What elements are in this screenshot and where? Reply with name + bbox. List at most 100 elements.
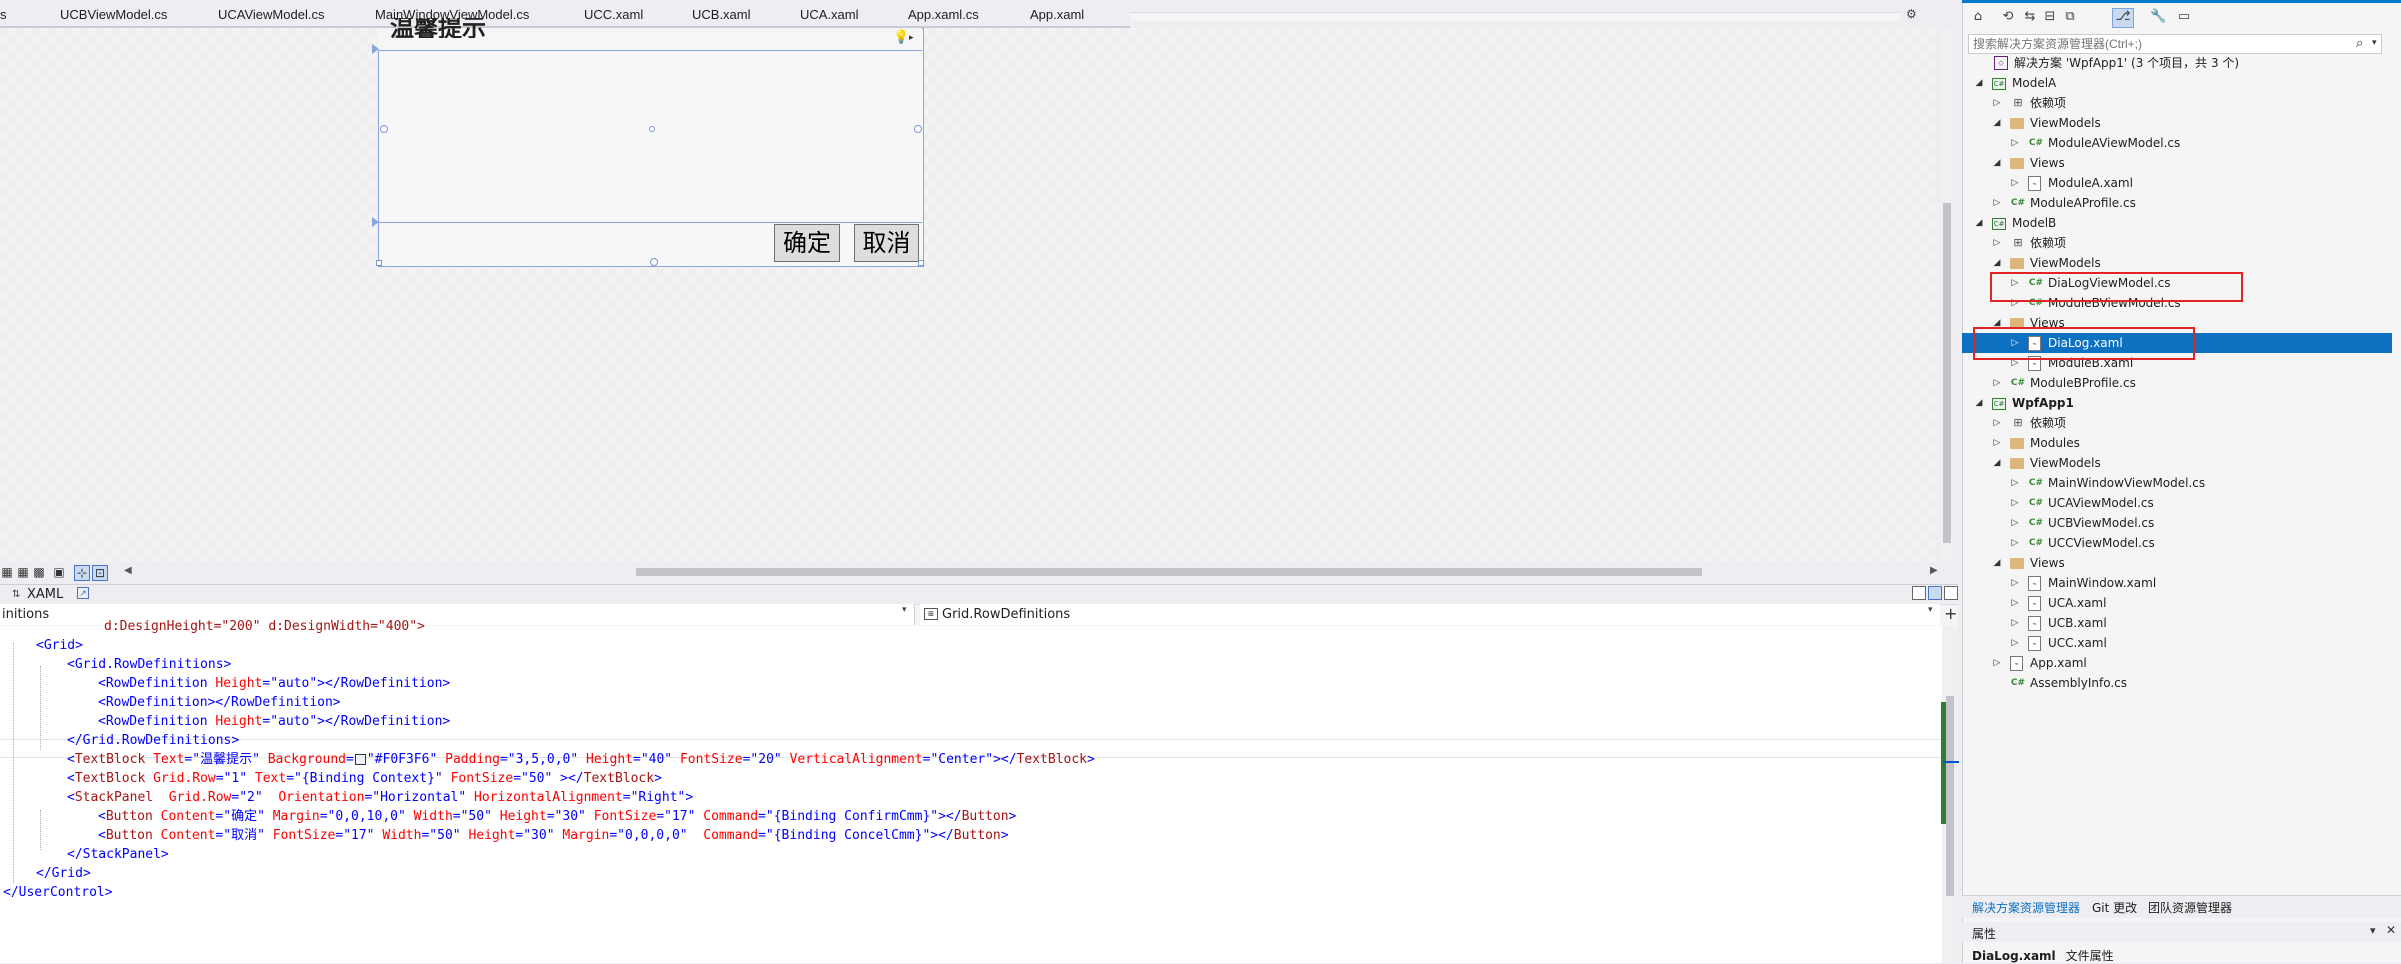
tree-item[interactable]: ◢ ViewModels (1962, 253, 2392, 273)
tree-item[interactable]: ▷ ⊞ 依赖项 (1962, 413, 2392, 433)
design-confirm-button[interactable]: 确定 (774, 224, 840, 262)
sync-icon[interactable]: ⇆ (2022, 9, 2038, 25)
search-icon[interactable]: ⌕ (2356, 36, 2363, 51)
home-icon[interactable]: ⌂ (1970, 9, 1986, 25)
tree-item[interactable]: ◢ ViewModels (1962, 453, 2392, 473)
lightbulb-icon[interactable]: 💡 (893, 31, 909, 44)
tree-item[interactable]: ◇ 解决方案 'WpfApp1' (3 个项目，共 3 个) (1962, 53, 2392, 73)
scroll-left-icon[interactable]: ◀ (124, 565, 132, 576)
collapsed-arrow-icon[interactable]: ▷ (2010, 473, 2020, 493)
scroll-right-icon[interactable]: ▶ (1930, 565, 1938, 576)
dropdown-arrow-icon[interactable]: ▾ (1928, 605, 1933, 615)
grid-view-icon[interactable]: ▦ (0, 565, 14, 579)
tree-item[interactable]: ◢ ViewModels (1962, 113, 2392, 133)
expanded-arrow-icon[interactable]: ◢ (1992, 153, 2002, 173)
show-all-files-icon[interactable]: ⧉ (2062, 9, 2078, 25)
artboard-icon[interactable]: ▣ (52, 565, 66, 579)
tab-overflow-partial[interactable]: s (0, 5, 7, 25)
tree-item[interactable]: ▷ ⌁ UCB.xaml (1962, 613, 2392, 633)
expanded-arrow-icon[interactable]: ◢ (1974, 73, 1984, 93)
tree-item[interactable]: ▷ ⊞ 依赖项 (1962, 233, 2392, 253)
search-options-chevron-icon[interactable]: ▾ (2372, 38, 2377, 48)
snap-grid-icon[interactable]: ⊹ (74, 565, 90, 581)
grid-large-icon[interactable]: ▩ (32, 565, 46, 579)
tab-ucc-xaml[interactable]: UCC.xaml (584, 5, 643, 25)
tab-ucaviewmodel[interactable]: UCAViewModel.cs (218, 5, 324, 25)
collapsed-arrow-icon[interactable]: ▷ (2010, 573, 2020, 593)
tree-item[interactable]: ▷ C# UCBViewModel.cs (1962, 513, 2392, 533)
preview-icon[interactable]: ▭ (2176, 9, 2192, 25)
tree-item[interactable]: ▷ C# ModuleAViewModel.cs (1962, 133, 2392, 153)
tab-strip-scroll[interactable] (1130, 12, 1900, 21)
vertical-split-icon[interactable] (1912, 586, 1926, 600)
grid-row-marker[interactable] (372, 217, 379, 227)
design-cancel-button[interactable]: 取消 (854, 224, 919, 262)
collapsed-arrow-icon[interactable]: ▷ (1992, 433, 2002, 453)
expanded-arrow-icon[interactable]: ◢ (1992, 253, 2002, 273)
grid-small-icon[interactable]: ▦ (16, 565, 30, 579)
collapsed-arrow-icon[interactable]: ▷ (2010, 533, 2020, 553)
collapsed-arrow-icon[interactable]: ▷ (1992, 93, 2002, 113)
tree-item[interactable]: ▷ ⊞ 依赖项 (1962, 93, 2392, 113)
dropdown-arrow-icon[interactable]: ▾ (902, 605, 907, 615)
corner-handle-br[interactable] (918, 260, 924, 266)
collapsed-arrow-icon[interactable]: ▷ (1992, 413, 2002, 433)
tree-item[interactable]: ▷ ⌁ App.xaml (1962, 653, 2392, 673)
history-icon[interactable]: ⟲ (2000, 9, 2016, 25)
tree-item[interactable]: ▷ ⌁ UCA.xaml (1962, 593, 2392, 613)
expanded-arrow-icon[interactable]: ◢ (1974, 213, 1984, 233)
close-icon[interactable]: ✕ (2386, 923, 2396, 937)
tree-item[interactable]: ◢ C# ModelA (1962, 73, 2392, 93)
add-icon[interactable]: + (1944, 604, 1957, 623)
designer-vertical-scrollbar[interactable] (1940, 28, 1954, 562)
tree-item[interactable]: C# AssemblyInfo.cs (1962, 673, 2392, 693)
expanded-arrow-icon[interactable]: ◢ (1992, 553, 2002, 573)
tree-item[interactable]: ▷ C# UCCViewModel.cs (1962, 533, 2392, 553)
collapsed-arrow-icon[interactable]: ▷ (1992, 653, 2002, 673)
switch-views-icon[interactable]: ⎇ (2115, 9, 2131, 25)
grid-row-marker[interactable] (372, 44, 379, 54)
tree-item[interactable]: ◢ C# ModelB (1962, 213, 2392, 233)
collapsed-arrow-icon[interactable]: ▷ (2010, 173, 2020, 193)
xaml-designer-canvas[interactable] (0, 28, 1936, 562)
swap-arrows-icon[interactable]: ⇅ (12, 589, 20, 600)
expanded-arrow-icon[interactable]: ◢ (1992, 113, 2002, 133)
tab-team-explorer[interactable]: 团队资源管理器 (2148, 899, 2232, 916)
collapse-all-icon[interactable]: ⊟ (2042, 9, 2058, 25)
xaml-tab[interactable]: XAML (27, 587, 63, 602)
collapsed-arrow-icon[interactable]: ▷ (1992, 373, 2002, 393)
collapsed-arrow-icon[interactable]: ▷ (2010, 493, 2020, 513)
tab-solution-explorer[interactable]: 解决方案资源管理器 (1972, 899, 2080, 916)
resize-handle-bottom[interactable] (650, 258, 658, 266)
solution-search-input[interactable] (1968, 34, 2382, 54)
color-swatch-icon[interactable] (354, 754, 366, 765)
tab-git-changes[interactable]: Git 更改 (2092, 899, 2137, 916)
tree-item[interactable]: ▷ Modules (1962, 433, 2392, 453)
tab-ucb-xaml[interactable]: UCB.xaml (692, 5, 751, 25)
tree-item[interactable]: ▷ C# MainWindowViewModel.cs (1962, 473, 2392, 493)
collapsed-arrow-icon[interactable]: ▷ (2010, 613, 2020, 633)
tree-item[interactable]: ▷ ⌁ MainWindow.xaml (1962, 573, 2392, 593)
collapsed-arrow-icon[interactable]: ▷ (1992, 193, 2002, 213)
tab-app-xaml-cs[interactable]: App.xaml.cs (908, 5, 979, 25)
designer-horizontal-scroll-thumb[interactable] (636, 568, 1702, 576)
tree-item[interactable]: ▷ C# ModuleAProfile.cs (1962, 193, 2392, 213)
dropdown-arrow-icon[interactable]: ▾ (2370, 924, 2376, 937)
design-title-text[interactable]: 温馨提示 (390, 18, 486, 38)
tree-item[interactable]: ◢ Views (1962, 153, 2392, 173)
design-usercontrol-surface[interactable] (378, 28, 924, 267)
tree-item[interactable]: ▷ C# ModuleBProfile.cs (1962, 373, 2392, 393)
expanded-arrow-icon[interactable]: ◢ (1974, 393, 1984, 413)
chevron-right-icon[interactable]: ▸ (909, 32, 917, 44)
tab-ucbviewmodel[interactable]: UCBViewModel.cs (60, 5, 167, 25)
resize-handle-left[interactable] (380, 125, 388, 133)
collapse-pane-icon[interactable] (1944, 586, 1958, 600)
resize-handle-right[interactable] (914, 125, 922, 133)
popout-icon[interactable]: ↗ (77, 587, 89, 599)
scroll-thumb[interactable] (1943, 203, 1951, 543)
tree-item[interactable]: ◢ Views (1962, 553, 2392, 573)
design-xaml-splitter[interactable] (0, 584, 1958, 605)
nav-member-dropdown[interactable]: Grid.RowDefinitions (920, 604, 1940, 625)
collapsed-arrow-icon[interactable]: ▷ (2010, 593, 2020, 613)
properties-wrench-icon[interactable]: 🔧 (2150, 9, 2166, 25)
